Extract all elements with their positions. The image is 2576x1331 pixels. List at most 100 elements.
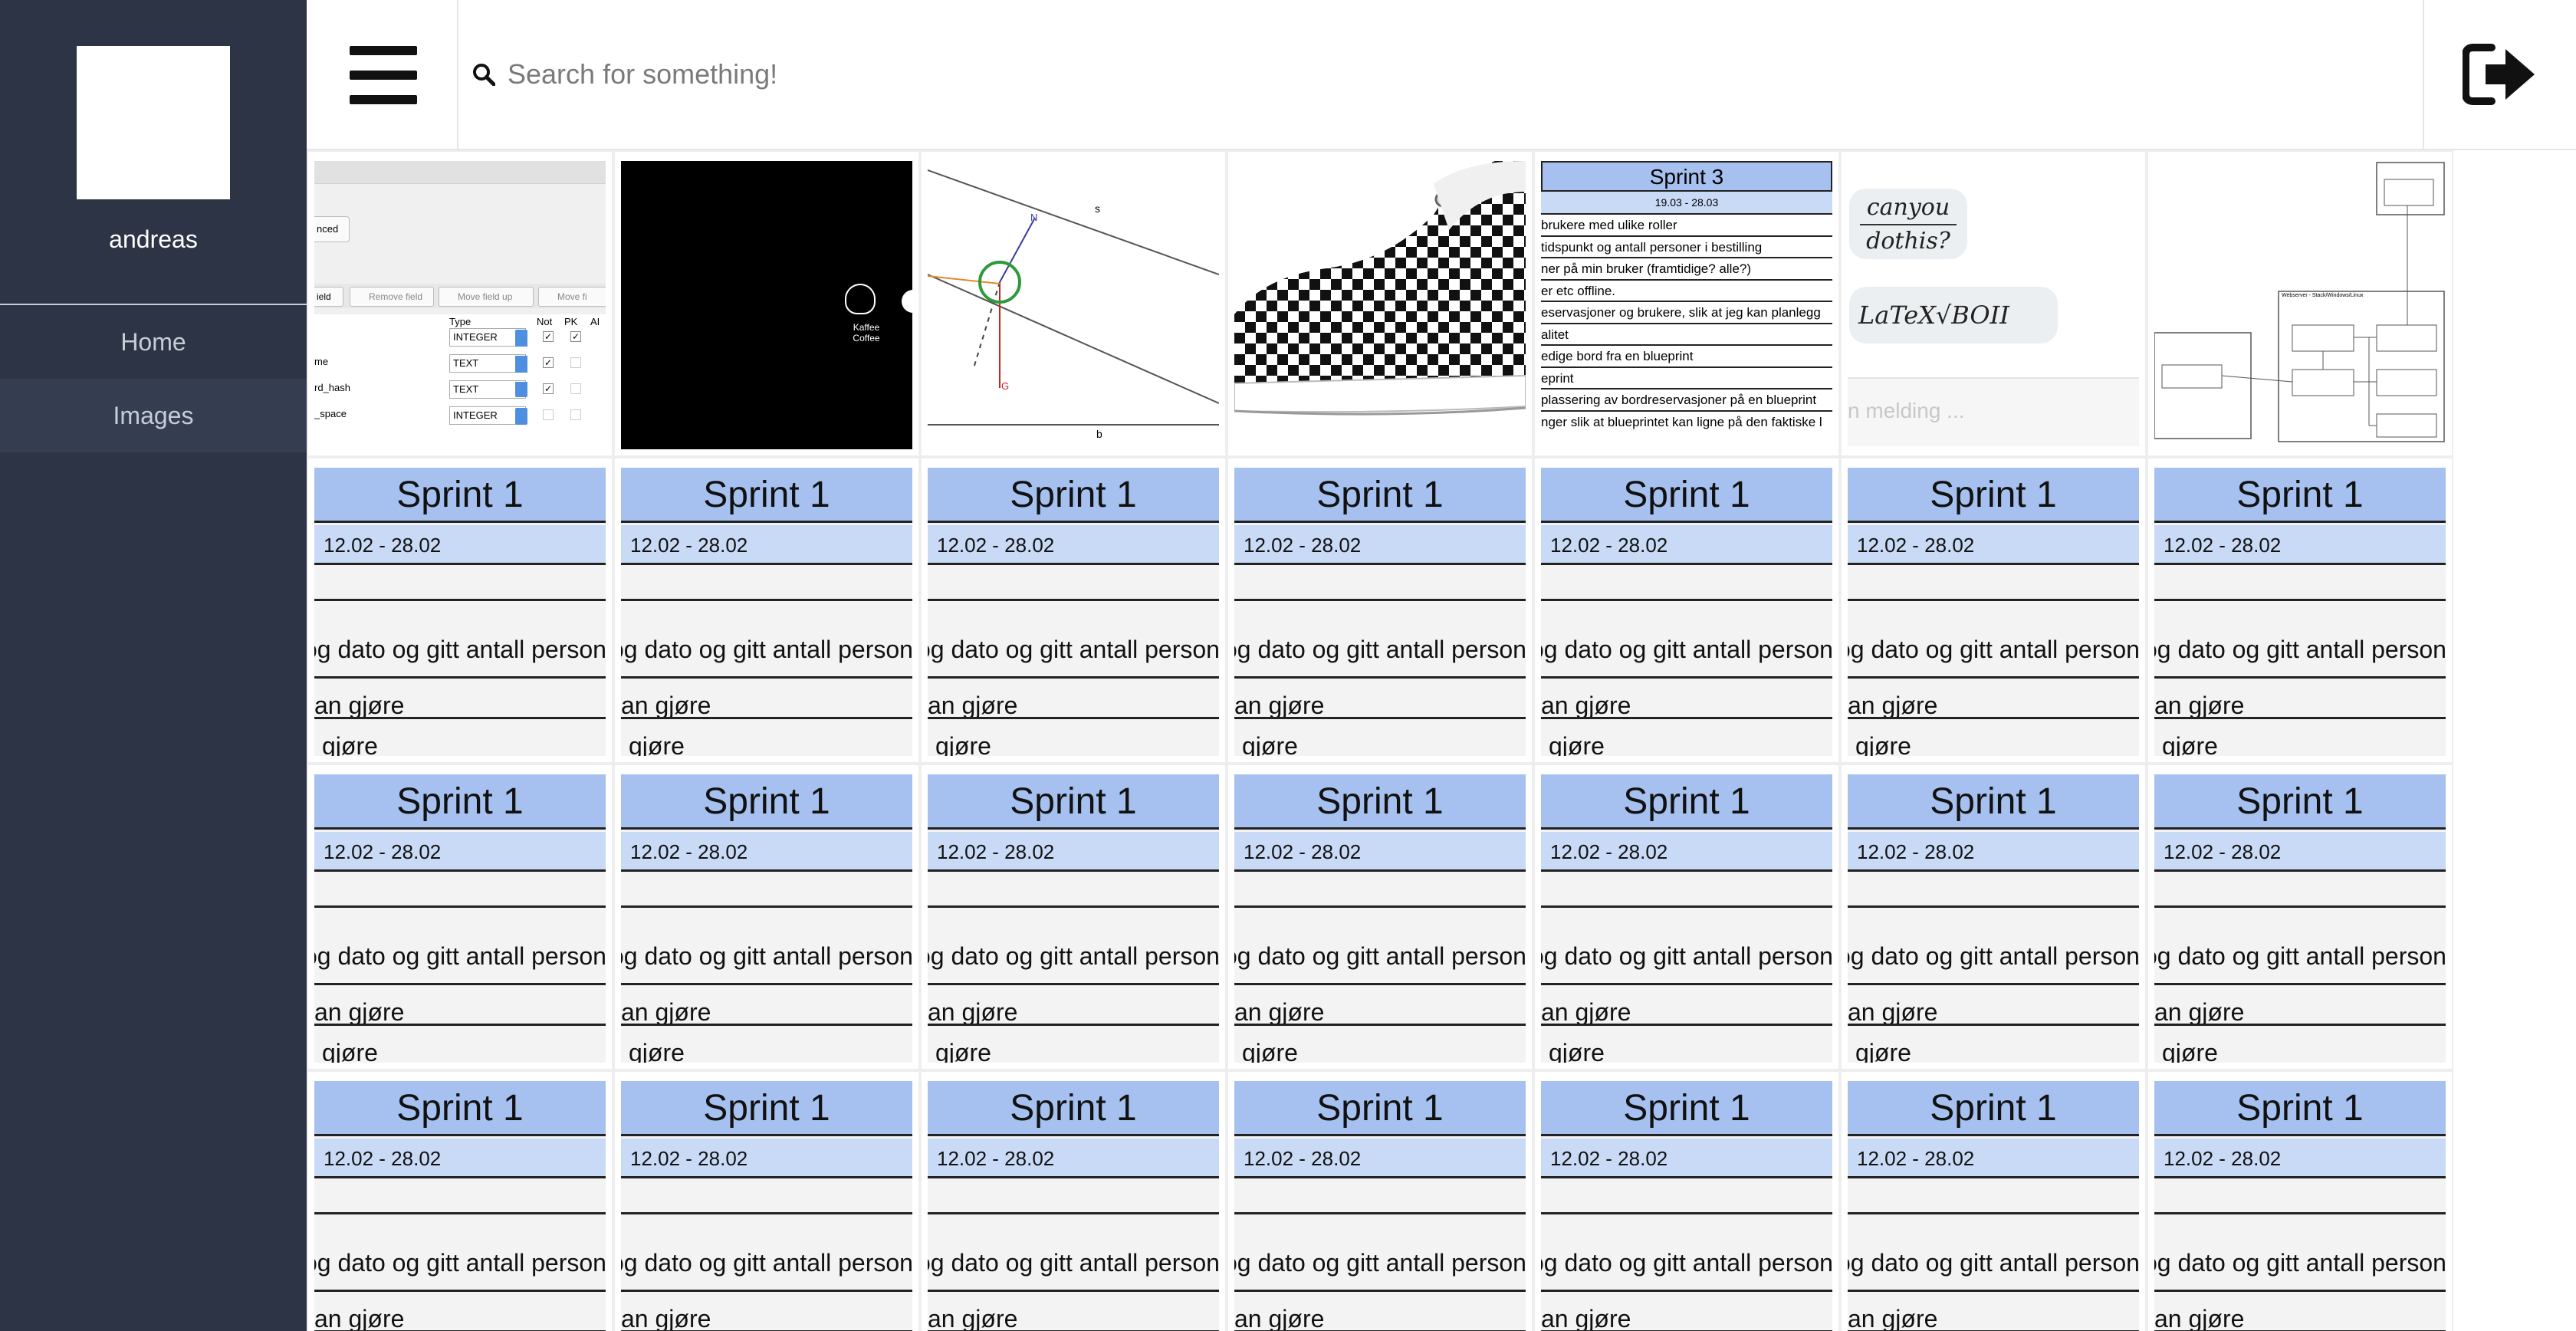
coffee-label-de: Kaffee — [853, 322, 880, 333]
image-tile[interactable]: Sprint 112.02 - 28.02 og dato og gitt ant… — [2147, 1070, 2453, 1331]
image-tile[interactable]: Sprint 112.02 - 28.02 og dato og gitt ant… — [1840, 457, 2147, 764]
logout-icon — [2463, 44, 2535, 105]
sprint-1-backlog-image: Sprint 112.02 - 28.02 og dato og gitt ant… — [621, 1081, 912, 1331]
backlog-item: an gjøre — [621, 681, 912, 719]
image-tile[interactable]: s N G b — [920, 150, 1227, 457]
field-type: INTEGER — [449, 406, 526, 425]
backlog-item: gjøre — [1541, 721, 1832, 756]
label-s: s — [1095, 202, 1100, 215]
image-tile[interactable]: Sprint 112.02 - 28.02 og dato og gitt ant… — [307, 1070, 613, 1331]
incline-diagram — [928, 169, 1219, 426]
remove-field-button: Remove field — [350, 287, 434, 307]
image-tile[interactable]: Sprint 112.02 - 28.02 og dato og gitt ant… — [2147, 764, 2453, 1070]
backlog-item: tidspunkt og antall personer i bestillin… — [1541, 237, 1832, 258]
image-tile[interactable]: canyou dothis? LaTeX√BOII n melding ... — [1840, 150, 2147, 457]
sprint-dates: 12.02 - 28.02 — [621, 525, 912, 565]
sprint-1-backlog-image: Sprint 112.02 - 28.02 og dato og gitt ant… — [621, 468, 912, 756]
backlog-item: plassering av bordreservasjoner på en bl… — [1541, 389, 1832, 412]
sidebar-item-images[interactable]: Images — [0, 379, 307, 452]
image-tile[interactable]: Sprint 112.02 - 28.02 og dato og gitt ant… — [1533, 1070, 1840, 1331]
sprint-title: Sprint 3 — [1541, 161, 1832, 192]
move-field-up-button: Move field up — [439, 287, 534, 307]
backlog-row — [928, 1181, 1219, 1214]
image-tile[interactable]: Sprint 112.02 - 28.02 og dato og gitt ant… — [1840, 1070, 2147, 1331]
menu-button[interactable] — [307, 0, 458, 149]
logout-button[interactable] — [2423, 0, 2576, 149]
backlog-row — [1848, 1181, 2139, 1214]
image-tile[interactable]: Sprint 112.02 - 28.02 og dato og gitt ant… — [1840, 764, 2147, 1070]
sprint-1-backlog-image: Sprint 112.02 - 28.02 og dato og gitt ant… — [314, 774, 606, 1063]
sprint-title: Sprint 1 — [2154, 774, 2446, 830]
image-tile[interactable]: Sprint 112.02 - 28.02 og dato og gitt ant… — [1533, 457, 1840, 764]
backlog-row — [1234, 874, 1526, 908]
image-tile[interactable]: Sprint 112.02 - 28.02 og dato og gitt ant… — [613, 764, 920, 1070]
image-tile[interactable]: Sprint 112.02 - 28.02 og dato og gitt ant… — [1227, 1070, 1533, 1331]
avatar[interactable] — [77, 46, 230, 199]
sprint-1-backlog-image: Sprint 112.02 - 28.02 og dato og gitt ant… — [314, 1081, 606, 1331]
image-tile[interactable]: Webserver - Stack/Windows/Linux — [2147, 150, 2453, 457]
sprint-title: Sprint 1 — [1234, 1081, 1526, 1136]
image-tile[interactable]: Sprint 112.02 - 28.02 og dato og gitt ant… — [920, 457, 1227, 764]
backlog-item: gjøre — [1234, 721, 1526, 756]
image-tile[interactable]: Sprint 112.02 - 28.02 og dato og gitt ant… — [1533, 764, 1840, 1070]
image-tile[interactable]: Sprint 3 19.03 - 28.03 brukere med ulike… — [1533, 150, 1840, 457]
message-placeholder: n melding ... — [1848, 399, 1965, 422]
backlog-item: og dato og gitt antall personer — [2154, 1217, 2446, 1292]
shoe-icon — [1234, 161, 1526, 416]
backlog-item: og dato og gitt antall personer — [1541, 1217, 1832, 1292]
sidebar-item-home[interactable]: Home — [0, 305, 307, 379]
image-tile[interactable] — [1227, 150, 1533, 457]
backlog-item: edige bord fra en blueprint — [1541, 346, 1832, 368]
sprint-3-backlog-image: Sprint 3 19.03 - 28.03 brukere med ulike… — [1541, 161, 1832, 449]
image-tile[interactable]: Sprint 112.02 - 28.02 og dato og gitt ant… — [613, 457, 920, 764]
chat-bubble-text: canyou — [1860, 192, 1957, 225]
backlog-item: nger slik at blueprintet kan ligne på de… — [1541, 414, 1822, 429]
backlog-item: er etc offline. — [1541, 281, 1832, 302]
image-tile[interactable]: Sprint 112.02 - 28.02 og dato og gitt ant… — [920, 764, 1227, 1070]
backlog-item: gjøre — [621, 721, 912, 756]
image-tile[interactable]: Sprint 112.02 - 28.02 og dato og gitt ant… — [613, 1070, 920, 1331]
sprint-dates: 12.02 - 28.02 — [2154, 832, 2446, 872]
backlog-row — [2154, 1181, 2446, 1214]
image-tile[interactable]: Sprint 112.02 - 28.02 og dato og gitt ant… — [1227, 457, 1533, 764]
sprint-title: Sprint 1 — [621, 468, 912, 523]
sprint-1-backlog-image: Sprint 112.02 - 28.02 og dato og gitt ant… — [1848, 468, 2139, 756]
sprint-dates: 19.03 - 28.03 — [1541, 192, 1832, 215]
backlog-item: alitet — [1541, 324, 1832, 346]
sprint-title: Sprint 1 — [1234, 468, 1526, 523]
backlog-item: og dato og gitt antall personer — [1848, 910, 2139, 985]
column-header-pk: PK — [564, 316, 578, 327]
chat-screenshot: canyou dothis? LaTeX√BOII n melding ... — [1848, 161, 2139, 449]
sprint-dates: 12.02 - 28.02 — [1234, 1139, 1526, 1178]
sprint-title: Sprint 1 — [1541, 468, 1832, 523]
search-input[interactable] — [508, 49, 2348, 100]
backlog-item: brukere med ulike roller — [1541, 215, 1832, 237]
backlog-row — [1541, 567, 1832, 601]
backlog-item: gjøre — [314, 1028, 606, 1063]
image-tile[interactable]: Sprint 112.02 - 28.02 og dato og gitt ant… — [1227, 764, 1533, 1070]
backlog-row — [314, 874, 606, 908]
sprint-1-backlog-image: Sprint 112.02 - 28.02 og dato og gitt ant… — [928, 1081, 1219, 1331]
image-tile[interactable]: Sprint 112.02 - 28.02 og dato og gitt ant… — [307, 457, 613, 764]
sprint-dates: 12.02 - 28.02 — [314, 1139, 606, 1178]
backlog-item: og dato og gitt antall personer — [928, 603, 1219, 679]
image-tile[interactable]: Sprint 112.02 - 28.02 og dato og gitt ant… — [2147, 457, 2453, 764]
advanced-button: nced — [314, 216, 350, 242]
backlog-row — [621, 1181, 912, 1214]
sprint-1-backlog-image: Sprint 112.02 - 28.02 og dato og gitt ant… — [928, 774, 1219, 1063]
backlog-item: an gjøre — [928, 988, 1219, 1026]
image-tile[interactable]: nced ield Remove field Move field up Mov… — [307, 150, 613, 457]
sprint-dates: 12.02 - 28.02 — [928, 832, 1219, 872]
image-tile[interactable]: Sprint 112.02 - 28.02 og dato og gitt ant… — [920, 1070, 1227, 1331]
column-header-not-null: Not — [537, 316, 553, 327]
backlog-item: gjøre — [1848, 1028, 2139, 1063]
sprint-dates: 12.02 - 28.02 — [314, 525, 606, 565]
image-tile[interactable]: Kaffee Coffee — [613, 150, 920, 457]
backlog-item: an gjøre — [2154, 1294, 2446, 1331]
backlog-row — [314, 567, 606, 601]
sprint-title: Sprint 1 — [621, 774, 912, 830]
backlog-item: og dato og gitt antall personer — [314, 910, 606, 985]
sprint-title: Sprint 1 — [1234, 774, 1526, 830]
image-tile[interactable]: Sprint 112.02 - 28.02 og dato og gitt ant… — [307, 764, 613, 1070]
field-type: TEXT — [449, 380, 526, 399]
